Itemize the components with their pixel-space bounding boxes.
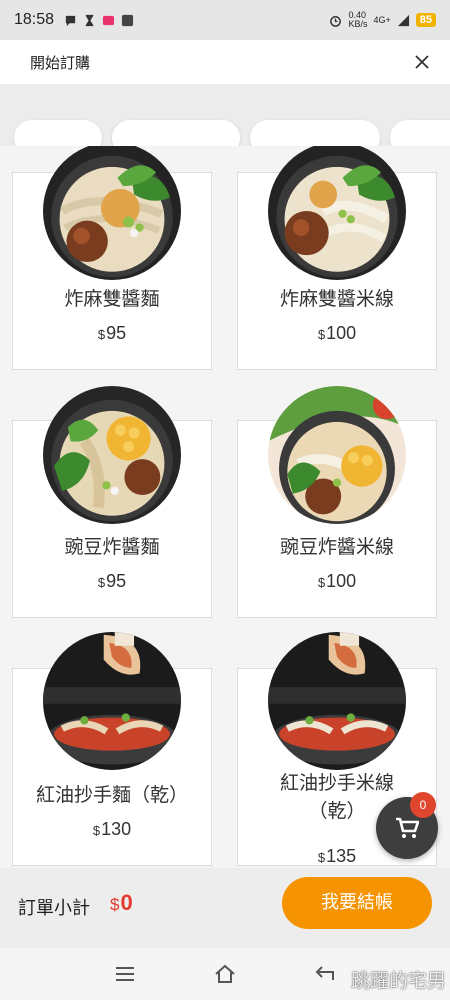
order-footer: 訂單小計 $0 我要結帳 bbox=[0, 868, 450, 948]
category-filter-bar bbox=[0, 84, 450, 146]
subtotal-amount: $0 bbox=[110, 890, 133, 915]
checkout-button[interactable]: 我要結帳 bbox=[282, 877, 432, 929]
category-chip[interactable] bbox=[112, 120, 240, 146]
product-name: 豌豆炸醬米線 bbox=[279, 536, 394, 558]
cart-count-badge: 0 bbox=[410, 792, 436, 818]
hourglass-icon bbox=[85, 14, 94, 26]
page-header: 開始訂購 bbox=[0, 40, 450, 84]
menu-icon[interactable] bbox=[113, 962, 137, 986]
category-chip[interactable] bbox=[14, 120, 102, 146]
status-bar: 18:58 0.40 KB/s 4G+ 85 bbox=[0, 0, 450, 40]
product-image[interactable] bbox=[43, 386, 181, 524]
net-speed: 0.40 KB/s bbox=[348, 10, 368, 29]
product-image[interactable] bbox=[268, 146, 406, 280]
cart-icon bbox=[396, 817, 419, 838]
product-image[interactable] bbox=[268, 632, 406, 770]
product-price: $95 bbox=[97, 571, 127, 591]
product-image[interactable] bbox=[43, 146, 181, 280]
product-name: 炸麻雙醬米線 bbox=[279, 288, 394, 310]
close-icon[interactable] bbox=[412, 52, 432, 72]
chat-icon bbox=[65, 15, 76, 26]
product-image[interactable] bbox=[268, 386, 406, 524]
category-chip[interactable] bbox=[390, 120, 450, 146]
product-price: $95 bbox=[97, 323, 127, 343]
page-title: 開始訂購 bbox=[30, 53, 91, 72]
subtotal-label: 訂單小計 bbox=[18, 898, 90, 919]
category-chip[interactable] bbox=[250, 120, 380, 146]
battery-level: 85 bbox=[415, 13, 436, 27]
back-icon[interactable] bbox=[313, 962, 337, 986]
product-grid: 炸麻雙醬麵 $95 炸麻雙醬米線 $100 豌豆炸醬麵 $95 豌豆炸醬米線 $… bbox=[0, 146, 450, 868]
app-square-icon bbox=[121, 14, 134, 26]
product-name: 紅油抄手麵（乾） bbox=[35, 784, 188, 806]
network-type: 4G+ bbox=[373, 15, 391, 25]
product-price: $100 bbox=[317, 323, 357, 343]
product-name: 豌豆炸醬麵 bbox=[64, 536, 160, 558]
product-image[interactable] bbox=[43, 632, 181, 770]
signal-icon bbox=[397, 14, 409, 26]
home-icon[interactable] bbox=[213, 962, 237, 986]
alarm-icon bbox=[330, 15, 342, 27]
notification-icons bbox=[64, 14, 134, 27]
watermark: 跳躍的宅男 bbox=[350, 970, 446, 992]
status-right: 0.40 KB/s 4G+ 85 bbox=[329, 11, 436, 29]
status-time: 18:58 bbox=[14, 11, 55, 28]
product-price: $130 bbox=[92, 819, 132, 839]
app-badge-icon bbox=[102, 15, 115, 25]
product-price: $100 bbox=[317, 571, 357, 591]
product-name: 炸麻雙醬麵 bbox=[64, 288, 160, 310]
